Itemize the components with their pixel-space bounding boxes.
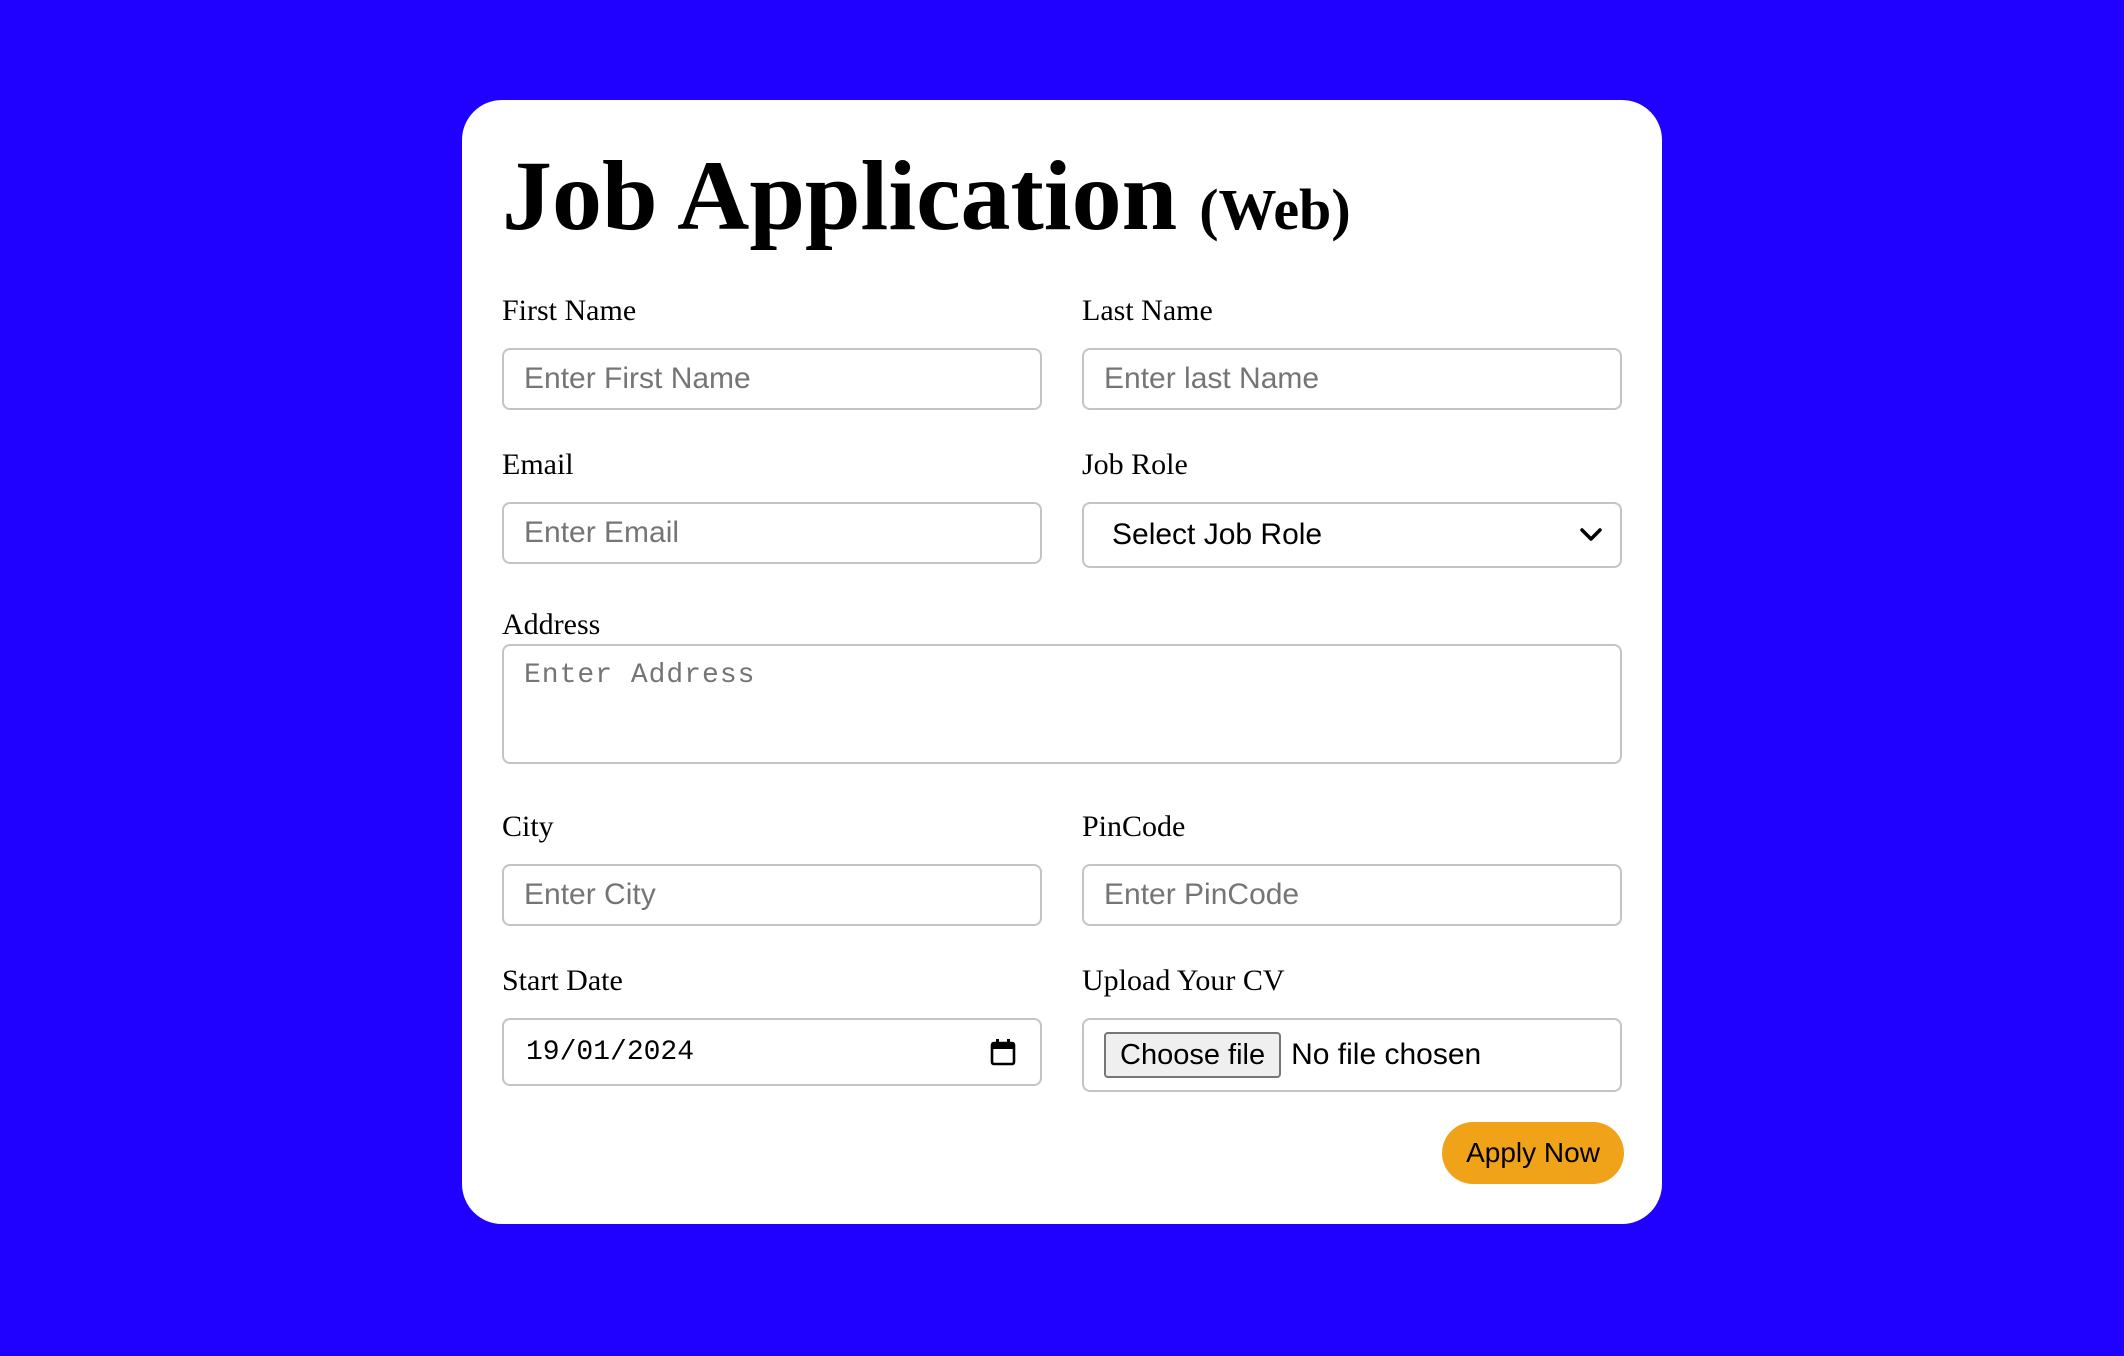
calendar-icon[interactable] [990,1038,1016,1066]
start-date-input[interactable]: 19/01/2024 [502,1018,1042,1086]
apply-now-button[interactable]: Apply Now [1442,1122,1624,1184]
file-status: No file chosen [1291,1038,1482,1071]
cv-file-input[interactable]: Choose file No file chosen [1082,1018,1622,1092]
chevron-down-icon [1580,528,1602,542]
job-role-selected-value: Select Job Role [1112,518,1323,551]
address-textarea[interactable] [502,644,1622,764]
start-date-value: 19/01/2024 [526,1036,695,1068]
job-role-label: Job Role [1082,448,1188,481]
first-name-label: First Name [502,294,637,327]
email-label: Email [502,448,574,481]
application-card: Job Application(Web) First Name Last Nam… [462,100,1662,1224]
city-input[interactable] [502,864,1042,926]
choose-file-button[interactable]: Choose file [1104,1032,1282,1078]
last-name-input[interactable] [1082,348,1622,410]
page-title: Job Application (Web) [502,146,1351,246]
address-label: Address [502,608,601,641]
job-role-select[interactable]: Select Job Role [1082,502,1622,568]
pincode-input[interactable] [1082,864,1622,926]
city-label: City [502,810,554,843]
title-main: Job Application [502,140,1178,251]
first-name-input[interactable] [502,348,1042,410]
email-input[interactable] [502,502,1042,564]
pincode-label: PinCode [1082,810,1186,843]
title-subtitle: (Web) [1199,177,1351,242]
start-date-label: Start Date [502,964,623,997]
cv-label: Upload Your CV [1082,964,1285,997]
last-name-label: Last Name [1082,294,1213,327]
